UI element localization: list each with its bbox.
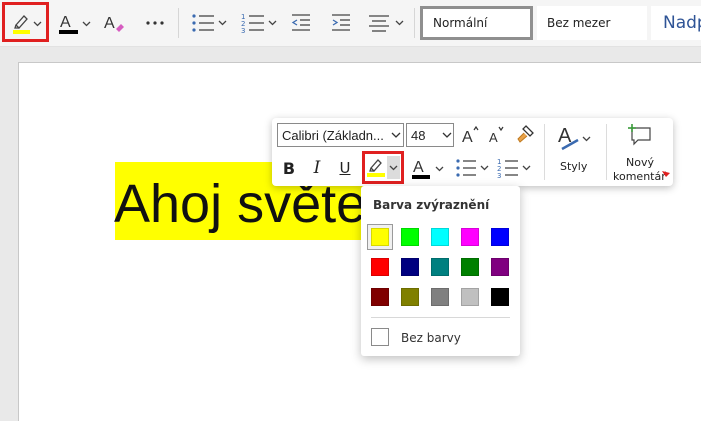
style-normal-label: Normální (433, 16, 488, 30)
grow-font-icon: A (462, 125, 479, 146)
style-no-spacing-label: Bez mezer (547, 16, 611, 30)
new-comment-icon (628, 124, 651, 146)
color-swatch[interactable] (401, 228, 419, 246)
more-options-button[interactable] (140, 8, 170, 38)
floatie-separator (606, 124, 607, 180)
bullet-list-icon (192, 14, 227, 32)
font-color-icon: A (59, 14, 91, 34)
clear-formatting-icon: A (104, 15, 124, 32)
font-size-value: 48 (411, 127, 426, 143)
svg-text:A: A (462, 129, 473, 146)
ribbon-toolbar: A A 1 2 3 Normální Bez mezer Nad (0, 0, 701, 47)
svg-text:A: A (60, 14, 71, 31)
increase-indent-icon (332, 14, 350, 31)
styles-label: Styly (560, 160, 588, 173)
floatie-numbered-list-button[interactable]: 1 2 3 (496, 156, 536, 180)
new-comment-label-line1: Nový (626, 156, 654, 169)
style-heading[interactable]: Nadp (651, 6, 701, 40)
font-color-button[interactable]: A (56, 8, 94, 38)
svg-text:3: 3 (497, 172, 501, 180)
style-heading-label: Nadp (663, 13, 701, 33)
highlight-color-panel: Barva zvýraznění Bez barvy (361, 186, 520, 356)
format-painter-icon (517, 125, 534, 143)
no-color-label[interactable]: Bez barvy (401, 331, 461, 345)
mini-toolbar: Calibri (Základn... 48 A A B I U A 1 2 3… (272, 118, 673, 186)
font-color-icon: A (412, 159, 444, 179)
no-color-swatch[interactable] (371, 328, 389, 346)
numbered-list-button[interactable]: 1 2 3 (240, 8, 280, 38)
clear-formatting-button[interactable]: A (100, 8, 128, 38)
bold-button[interactable]: B (278, 156, 300, 180)
font-size-combobox[interactable]: 48 (406, 123, 454, 147)
style-normal[interactable]: Normální (420, 6, 533, 40)
floatie-separator (544, 124, 545, 180)
shrink-font-button[interactable]: A (486, 124, 508, 146)
floatie-font-color-button[interactable]: A (410, 156, 450, 180)
chevron-down-icon (442, 132, 452, 138)
underline-button[interactable]: U (334, 156, 356, 180)
floatie-bullet-list-button[interactable] (454, 156, 494, 180)
format-painter-button[interactable] (514, 122, 538, 146)
bullet-list-icon (456, 159, 489, 177)
increase-indent-button[interactable] (328, 8, 354, 38)
color-swatch[interactable] (431, 258, 449, 276)
color-swatch[interactable] (461, 288, 479, 306)
new-comment-button[interactable]: Nový komentář (610, 122, 673, 184)
annotation-highlight-box (2, 2, 49, 42)
styles-icon: A (558, 125, 591, 151)
ribbon-separator (414, 8, 415, 38)
color-swatch[interactable] (491, 258, 509, 276)
annotation-floatie-highlight-box (362, 151, 404, 184)
svg-text:A: A (104, 15, 115, 32)
panel-divider (371, 317, 510, 318)
ribbon-separator (178, 8, 179, 38)
svg-text:3: 3 (241, 27, 245, 35)
color-swatch[interactable] (371, 288, 389, 306)
numbered-list-icon: 1 2 3 (497, 158, 531, 180)
chevron-down-icon (391, 132, 401, 138)
styles-button[interactable]: A Styly (550, 122, 600, 182)
color-swatch[interactable] (401, 288, 419, 306)
highlight-panel-title: Barva zvýraznění (373, 198, 490, 212)
bullet-list-button[interactable] (190, 8, 230, 38)
decrease-indent-button[interactable] (288, 8, 314, 38)
color-swatch[interactable] (461, 228, 479, 246)
decrease-indent-icon (291, 14, 310, 31)
font-name-combobox[interactable]: Calibri (Základn... (277, 123, 404, 147)
color-swatch[interactable] (431, 228, 449, 246)
new-comment-label-line2: komentář (613, 170, 666, 183)
align-center-icon (369, 15, 404, 32)
color-swatch[interactable] (431, 288, 449, 306)
color-swatch[interactable] (371, 258, 389, 276)
alignment-button[interactable] (366, 8, 410, 38)
color-swatch[interactable] (371, 228, 389, 246)
font-name-value: Calibri (Základn... (282, 127, 384, 143)
italic-button[interactable]: I (306, 156, 328, 180)
shrink-font-icon: A (489, 126, 504, 145)
color-swatch[interactable] (461, 258, 479, 276)
svg-text:A: A (413, 159, 424, 176)
red-flag-icon (662, 171, 670, 177)
grow-font-button[interactable]: A (460, 124, 482, 146)
color-swatch[interactable] (401, 258, 419, 276)
color-swatch[interactable] (491, 288, 509, 306)
svg-text:A: A (489, 130, 498, 145)
color-swatch[interactable] (491, 228, 509, 246)
numbered-list-icon: 1 2 3 (241, 13, 277, 35)
style-no-spacing[interactable]: Bez mezer (537, 6, 647, 40)
more-icon (146, 21, 164, 25)
document-page[interactable] (18, 62, 701, 421)
